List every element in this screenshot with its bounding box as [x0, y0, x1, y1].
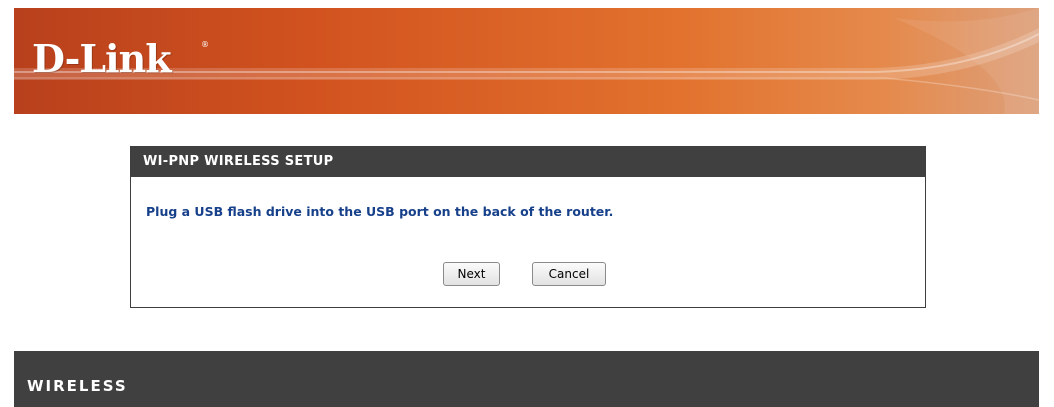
- instruction-message: Plug a USB flash drive into the USB port…: [146, 204, 614, 219]
- cancel-button[interactable]: Cancel: [532, 262, 606, 286]
- footer-wireless-label: WIRELESS: [27, 377, 128, 395]
- next-button[interactable]: Next: [443, 262, 500, 286]
- footer-bar: WIRELESS: [14, 351, 1039, 407]
- dlink-logo: D-Link: [32, 36, 172, 81]
- header-banner: D-Link ®: [14, 8, 1039, 114]
- wireless-setup-panel: WI-PNP WIRELESS SETUP Plug a USB flash d…: [130, 146, 926, 308]
- registered-mark: ®: [201, 40, 209, 49]
- panel-title: WI-PNP WIRELESS SETUP: [131, 147, 925, 177]
